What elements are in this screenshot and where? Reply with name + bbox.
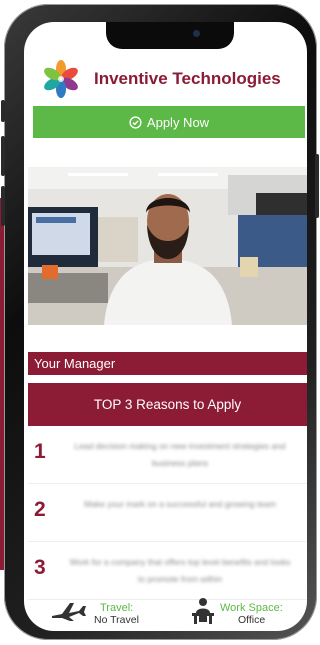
reasons-list: 1 Lead decision making on new investment… [28,426,307,600]
reasons-title: TOP 3 Reasons to Apply [28,383,307,426]
company-name: Inventive Technologies [94,69,281,88]
reason-item: 2 Make your mark on a successful and gro… [28,484,307,542]
travel-label: Travel: [100,602,134,614]
job-details-footer: Travel: No Travel Work Space: Office [24,588,307,631]
header: Inventive Technologies [24,60,307,100]
apply-now-button[interactable]: Apply Now [33,106,305,138]
travel-value: No Travel [94,614,139,626]
camera-icon [193,30,200,37]
volume-up-button [1,136,5,176]
reason-number: 1 [34,440,46,463]
check-circle-icon [129,115,142,129]
power-button [315,154,319,218]
apply-now-label: Apply Now [146,114,210,130]
workspace-value: Office [238,614,266,626]
reason-item: 1 Lead decision making on new investment… [28,426,307,484]
reason-text: Lead decision making on new investment s… [74,441,286,468]
reason-number: 2 [34,498,46,521]
reason-text: Work for a company that offers top level… [69,557,291,584]
reason-number: 3 [34,556,46,579]
your-manager-bar: Your Manager [28,352,307,375]
workspace-label: Work Space: [220,602,283,614]
airplane-icon [52,603,86,621]
mute-switch [1,100,5,122]
reason-text: Make your mark on a successful and growi… [84,499,276,509]
notch [106,22,234,49]
desk-worker-icon [192,598,214,624]
phone-frame: Inventive Technologies Apply Now Your Ma… [1,4,319,640]
volume-down-button [1,186,5,226]
phone-screen: Inventive Technologies Apply Now Your Ma… [24,22,307,631]
logo-icon [44,60,78,98]
manager-photo [28,167,307,325]
